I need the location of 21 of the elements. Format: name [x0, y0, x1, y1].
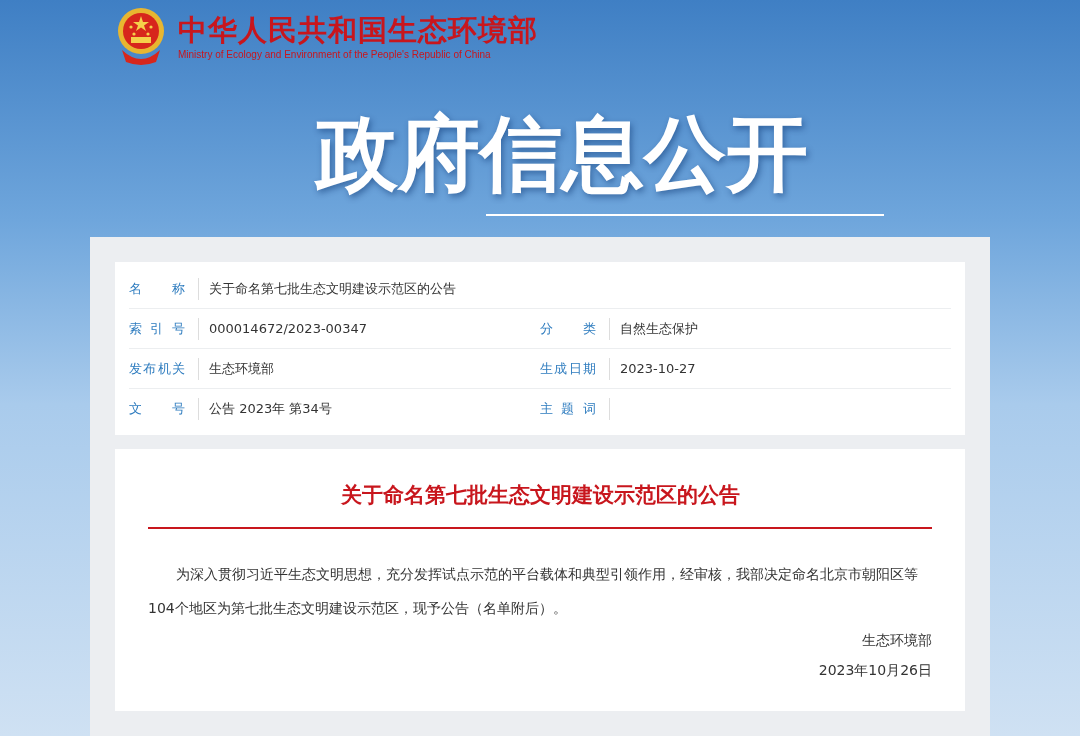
field-label: 名 称 [129, 279, 185, 298]
field-label: 主 题 词 [540, 399, 596, 418]
banner-title: 政府信息公开 [316, 105, 808, 203]
site-name: 中华人民共和国生态环境部 [178, 12, 538, 48]
field-label: 生成日期 [540, 359, 596, 378]
emblem-icon [116, 6, 166, 68]
field-label: 发布机关 [129, 359, 185, 378]
field-value: 生态环境部 [209, 359, 274, 378]
field-label: 文 号 [129, 399, 185, 418]
field-label: 索 引 号 [129, 319, 185, 338]
field-value: 自然生态保护 [620, 319, 698, 338]
article-title: 关于命名第七批生态文明建设示范区的公告 [339, 482, 741, 509]
field-value: 公告 2023年 第34号 [209, 399, 332, 418]
field-value: 关于命名第七批生态文明建设示范区的公告 [209, 279, 456, 298]
field-value: 2023-10-27 [620, 361, 696, 376]
field-label: 分 类 [540, 319, 596, 338]
signature-date: 2023年10月26日 [817, 661, 932, 680]
article-paragraph: 为深入贯彻习近平生态文明思想，充分发挥试点示范的平台载体和典型引领作用，经审核，我部决定命名北京市朝阳区等104个地区为第七批生态文明建设示范区，现予公告（名单附后）。 [148, 565, 919, 618]
site-name-english: Ministry of Ecology and Environment of the People's Republic of China [178, 48, 492, 62]
field-value: 000014672/2023-00347 [209, 321, 367, 336]
signature: 生态环境部 [861, 631, 932, 650]
